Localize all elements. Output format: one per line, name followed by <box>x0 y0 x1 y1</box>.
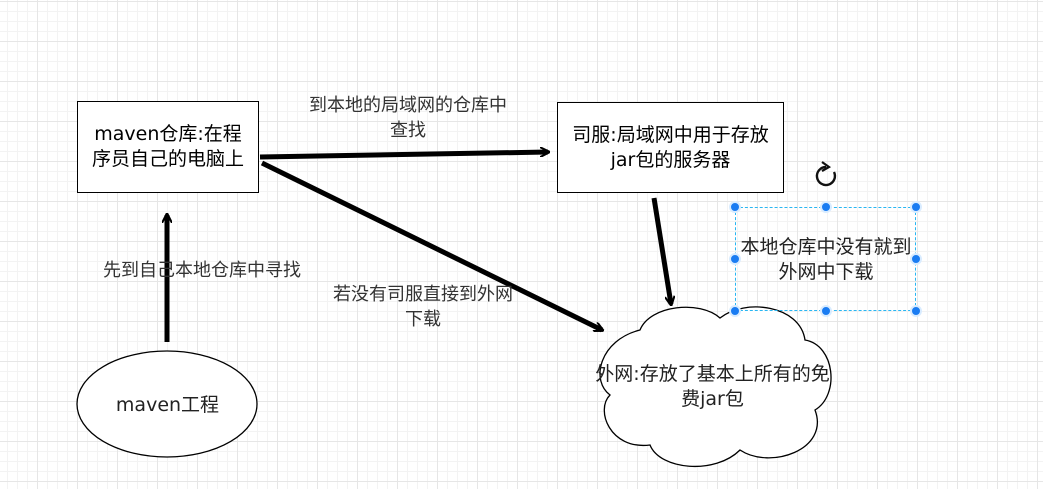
resize-handle-top-right[interactable] <box>910 201 922 213</box>
internet-node-label-box: 外网:存放了基本上所有的免费jar包 <box>585 352 840 422</box>
maven-project-label-box: maven工程 <box>80 385 255 425</box>
maven-project-label: maven工程 <box>115 393 220 416</box>
arrow-server-to-internet[interactable] <box>651 197 671 304</box>
arrow-repo-to-server[interactable] <box>259 152 548 160</box>
internet-label: 外网:存放了基本上所有的免费jar包 <box>595 363 830 410</box>
selection-frame <box>735 207 916 311</box>
resize-handle-top[interactable] <box>820 201 832 213</box>
edge-label-repo-to-server: 到本地的局域网的仓库中查找 <box>309 95 507 141</box>
maven-repo-node[interactable]: maven仓库:在程序员自己的电脑上 <box>77 101 259 193</box>
rotate-icon[interactable] <box>815 161 837 187</box>
private-server-label: 司服:局域网中用于存放jar包的服务器 <box>572 123 769 171</box>
resize-handle-left[interactable] <box>729 253 741 265</box>
edge-label-repo-to-internet: 若没有司服直接到外网下载 <box>333 284 513 330</box>
resize-handle-right[interactable] <box>910 253 922 265</box>
private-server-node[interactable]: 司服:局域网中用于存放jar包的服务器 <box>557 102 784 193</box>
maven-repo-label: maven仓库:在程序员自己的电脑上 <box>91 123 244 170</box>
resize-handle-top-left[interactable] <box>729 201 741 213</box>
edge-label-project-to-repo: 先到自己本地仓库中寻找 <box>103 260 301 281</box>
resize-handle-bottom-right[interactable] <box>910 305 922 317</box>
resize-handle-bottom[interactable] <box>820 305 832 317</box>
resize-handle-bottom-left[interactable] <box>729 305 741 317</box>
